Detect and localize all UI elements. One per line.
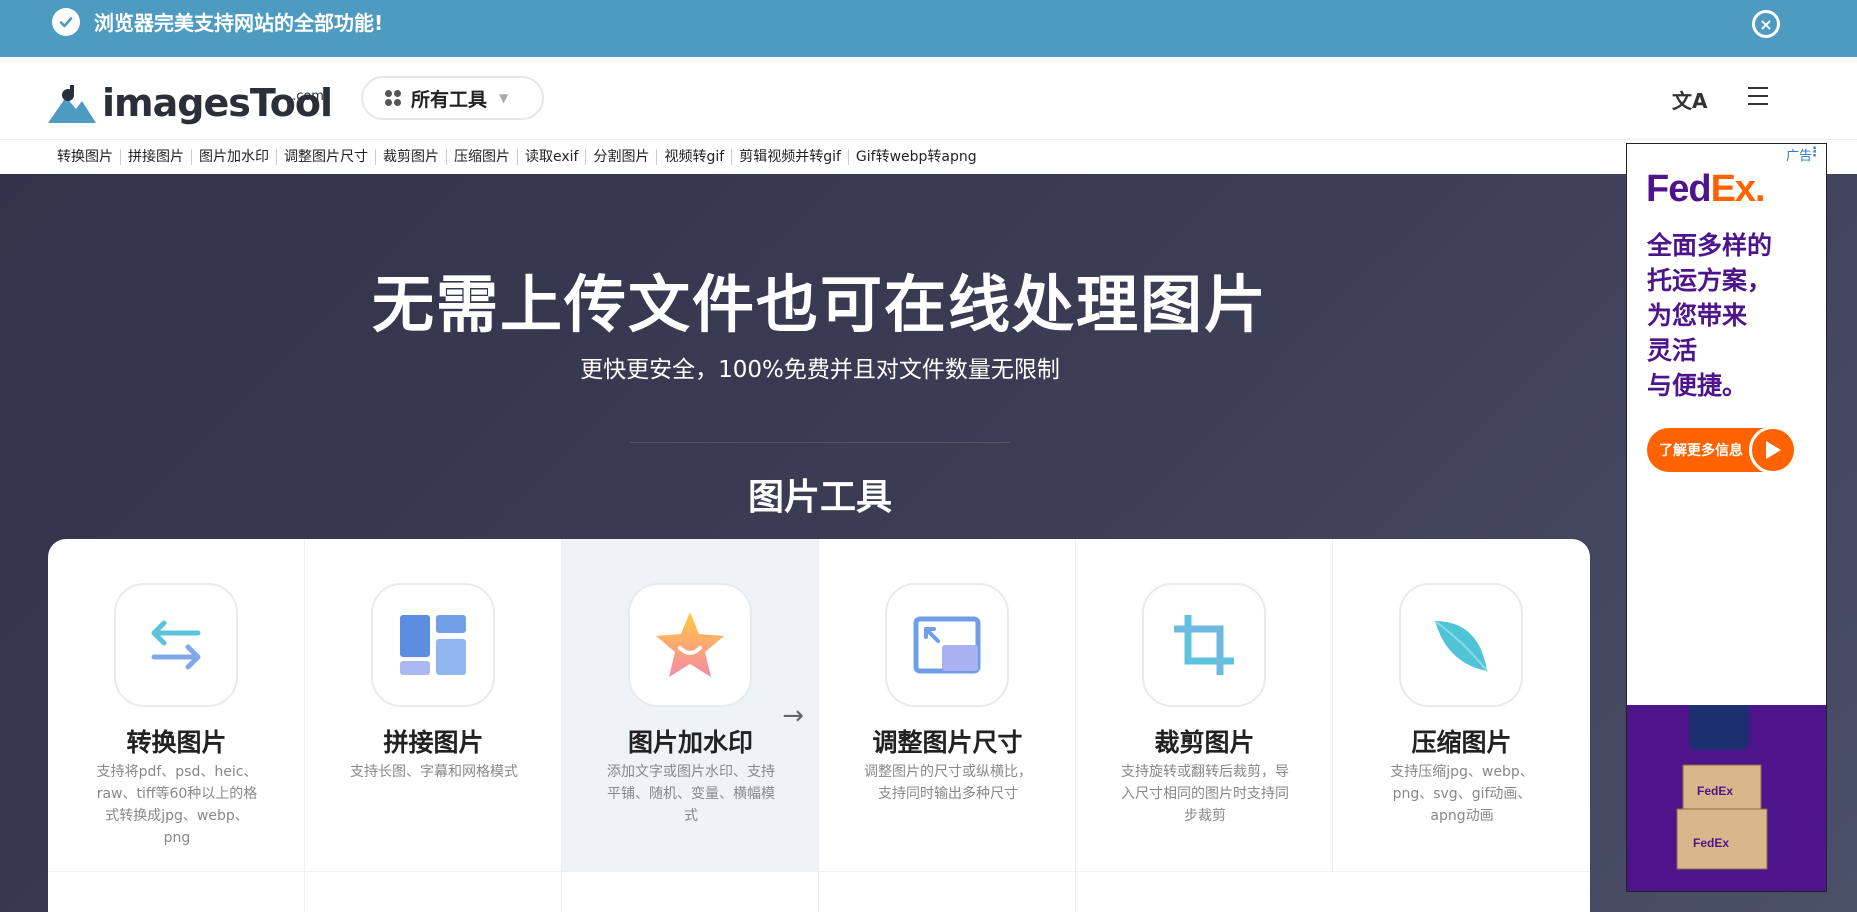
ad-cta-button[interactable]: 了解更多信息 — [1647, 426, 1797, 474]
tool-watermark[interactable]: 图片加水印 添加文字或图片水印、支持平铺、随机、变量、横幅模式 → — [562, 539, 819, 872]
fedex-logo: FedEx. — [1646, 168, 1766, 210]
grid-layout-icon — [371, 583, 495, 707]
hero-subtitle: 更快更安全，100%免费并且对文件数量无限制 — [580, 357, 1060, 383]
quick-link[interactable]: 分割图片 — [586, 149, 658, 165]
site-logo[interactable]: imagesTool .com — [48, 75, 333, 123]
tool-desc: 支持将pdf、psd、heic、raw、tiff等60种以上的格式转换成jpg、… — [96, 764, 258, 846]
check-circle-icon — [52, 8, 80, 36]
resize-icon — [885, 583, 1009, 707]
quick-link[interactable]: 压缩图片 — [447, 149, 518, 165]
tool-name: 转换图片 — [126, 728, 227, 757]
arrow-right-icon: → — [782, 701, 804, 731]
quick-link[interactable]: 剪辑视频并转gif — [732, 149, 849, 165]
tool-placeholder — [562, 872, 819, 912]
quick-links-bar: 转换图片 拼接图片 图片加水印 调整图片尺寸 裁剪图片 压缩图片 读取exif … — [0, 140, 1857, 174]
quick-link[interactable]: Gif转webp转apng — [849, 149, 984, 165]
tool-name: 图片加水印 — [627, 728, 753, 757]
site-header: imagesTool .com 所有工具 ▼ 文A — [0, 57, 1857, 140]
ad-copy-line: 为您带来 — [1647, 301, 1748, 330]
tool-name: 裁剪图片 — [1154, 728, 1255, 757]
hero-divider — [630, 442, 1010, 443]
tool-placeholder — [48, 872, 305, 912]
tool-crop[interactable]: 裁剪图片 支持旋转或翻转后裁剪，导入尺寸相同的图片时支持同步裁剪 — [1076, 539, 1333, 872]
tool-desc: 支持旋转或翻转后裁剪，导入尺寸相同的图片时支持同步裁剪 — [1121, 764, 1289, 824]
logo-com: .com — [292, 89, 324, 104]
ad-copy-line: 托运方案， — [1647, 266, 1773, 295]
menu-icon[interactable] — [1748, 87, 1768, 105]
hero-section: 无需上传文件也可在线处理图片 更快更安全，100%免费并且对文件数量无限制 图片… — [0, 174, 1857, 912]
svg-text:FedEx: FedEx — [1697, 784, 1733, 798]
ad-options-icon[interactable]: ⋮ — [1808, 145, 1821, 160]
logo-text: imagesTool .com — [102, 83, 333, 123]
play-icon — [1749, 426, 1797, 474]
tool-desc: 调整图片的尺寸或纵横比，支持同时输出多种尺寸 — [864, 764, 1032, 802]
apps-grid-icon — [385, 90, 401, 106]
leaf-icon — [1399, 583, 1523, 707]
quick-link[interactable]: 调整图片尺寸 — [277, 149, 376, 165]
crop-icon — [1142, 583, 1266, 707]
quick-link[interactable]: 转换图片 — [57, 149, 121, 165]
tool-desc: 添加文字或图片水印、支持平铺、随机、变量、横幅模式 — [607, 764, 775, 824]
quick-link[interactable]: 裁剪图片 — [376, 149, 447, 165]
quick-link[interactable]: 视频转gif — [657, 149, 733, 165]
caret-down-icon: ▼ — [499, 91, 509, 105]
ad-copy-line: 全面多样的 — [1647, 231, 1773, 260]
notice-bar: 浏览器完美支持网站的全部功能! × — [0, 0, 1857, 57]
tool-placeholder — [305, 872, 562, 912]
tool-desc: 支持长图、字幕和网格模式 — [350, 764, 518, 780]
tool-name: 拼接图片 — [383, 728, 484, 757]
tool-desc: 支持压缩jpg、webp、png、svg、gif动画、apng动画 — [1390, 764, 1534, 824]
tool-convert[interactable]: 转换图片 支持将pdf、psd、heic、raw、tiff等60种以上的格式转换… — [48, 539, 305, 872]
tool-compress[interactable]: 压缩图片 支持压缩jpg、webp、png、svg、gif动画、apng动画 — [1333, 539, 1590, 872]
notice-message: 浏览器完美支持网站的全部功能! — [94, 11, 384, 35]
ad-copy: 全面多样的 托运方案， 为您带来 灵活 与便捷。 — [1647, 228, 1772, 403]
quick-link[interactable]: 拼接图片 — [121, 149, 192, 165]
tool-stitch[interactable]: 拼接图片 支持长图、字幕和网格模式 — [305, 539, 562, 872]
tool-resize[interactable]: 调整图片尺寸 调整图片的尺寸或纵横比，支持同时输出多种尺寸 — [819, 539, 1076, 872]
hero-title: 无需上传文件也可在线处理图片 — [371, 268, 1268, 341]
logo-mountain-icon — [48, 85, 96, 123]
tools-grid: 转换图片 支持将pdf、psd、heic、raw、tiff等60种以上的格式转换… — [48, 539, 1590, 912]
section-title: 图片工具 — [747, 477, 892, 518]
ad-image-area: FedEx FedEx — [1627, 623, 1826, 891]
tool-name: 压缩图片 — [1411, 728, 1512, 757]
ad-copy-line: 与便捷。 — [1647, 371, 1748, 400]
tool-name: 调整图片尺寸 — [872, 728, 1023, 757]
svg-text:FedEx: FedEx — [1693, 836, 1729, 850]
all-tools-label: 所有工具 — [411, 88, 488, 111]
tool-placeholder — [819, 872, 1076, 912]
all-tools-button[interactable]: 所有工具 ▼ — [361, 76, 544, 120]
star-smile-icon — [628, 583, 752, 707]
ad-cta-label: 了解更多信息 — [1659, 443, 1743, 459]
close-notice-icon[interactable]: × — [1752, 10, 1780, 38]
swap-arrows-icon — [114, 583, 238, 707]
courier-illustration-icon: FedEx FedEx — [1676, 623, 1768, 870]
ad-copy-line: 灵活 — [1647, 336, 1698, 365]
language-icon[interactable]: 文A — [1672, 85, 1707, 114]
quick-link[interactable]: 图片加水印 — [192, 149, 277, 165]
advertisement[interactable]: 广告 ⋮ FedEx. 全面多样的 托运方案， 为您带来 灵活 与便捷。 了解更… — [1626, 143, 1827, 892]
quick-link[interactable]: 读取exif — [518, 149, 587, 165]
